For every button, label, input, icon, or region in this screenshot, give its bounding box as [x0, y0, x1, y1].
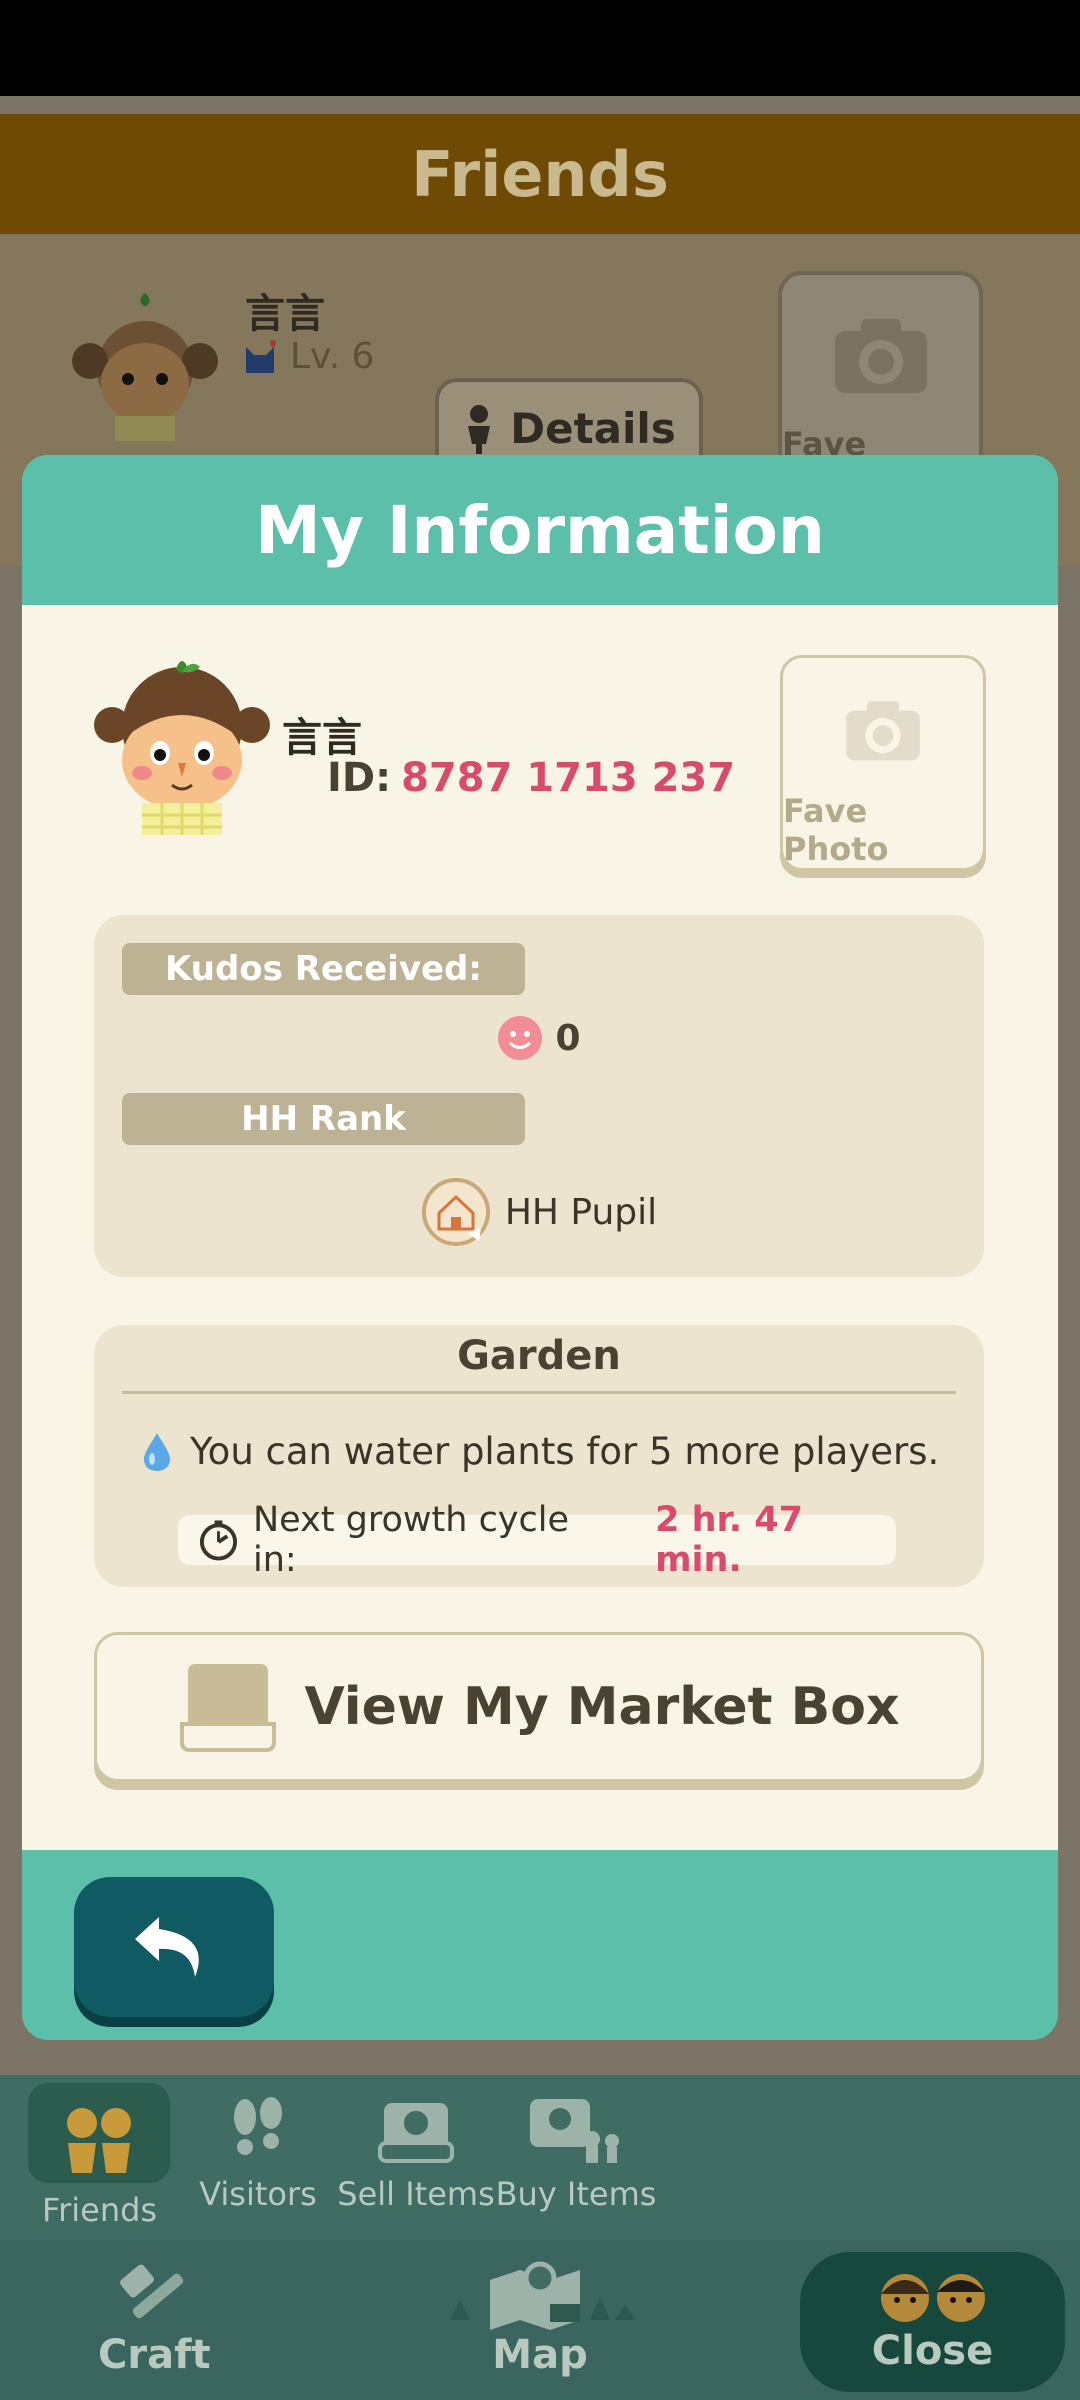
house-rank-icon — [421, 1178, 490, 1246]
craft-label: Craft — [98, 2332, 211, 2378]
stats-panel: Kudos Received: 0 HH Rank HH Pupil — [94, 915, 984, 1277]
kudos-row: 0 — [94, 1015, 984, 1061]
user-id-value: 8787 1713 237 — [401, 755, 736, 801]
fave-photo-button[interactable]: Fave Photo — [780, 655, 986, 871]
close-label: Close — [871, 2328, 994, 2374]
market-button-label: View My Market Box — [304, 1677, 900, 1737]
map-button[interactable]: Map — [440, 2260, 640, 2378]
footprints-icon — [234, 2097, 282, 2155]
dialog-title-bar: My Information — [22, 455, 1058, 605]
friend-level: Lv. 6 — [240, 336, 374, 377]
friend-avatar — [72, 293, 218, 441]
buy-box-icon — [530, 2099, 619, 2163]
garden-title: Garden — [457, 1333, 621, 1379]
growth-label: Next growth cycle in: — [253, 1500, 570, 1580]
camera-icon — [846, 701, 920, 761]
dialog-body: 言言 ID: 8787 1713 237 Fave Photo Kudos Rec… — [22, 605, 1058, 1850]
bottom-action-bar: Craft Map Close — [0, 2240, 1080, 2400]
friends-header: Friends — [0, 114, 1080, 234]
camera-icon — [834, 319, 927, 393]
friend-level-text: Lv. 6 — [290, 336, 375, 377]
kudos-value: 0 — [555, 1017, 581, 1059]
tab-buy-items-label: Buy Items — [495, 2175, 657, 2213]
user-avatar — [94, 661, 270, 835]
growth-value: 2 hr. 47 min. — [655, 1500, 803, 1580]
craft-button[interactable]: Craft — [98, 2260, 211, 2378]
details-label: Details — [510, 404, 676, 453]
status-bar — [0, 0, 1080, 96]
rank-value: HH Pupil — [504, 1191, 658, 1233]
user-id-line: ID: 8787 1713 237 — [327, 755, 735, 801]
water-drop-icon — [144, 1432, 170, 1471]
map-label: Map — [492, 2332, 588, 2378]
back-button[interactable] — [74, 1877, 274, 2017]
cat-icon — [246, 339, 276, 373]
back-arrow-icon — [135, 1917, 199, 1977]
kudos-label: Kudos Received: — [122, 943, 525, 995]
sell-box-icon — [378, 2103, 454, 2163]
market-box-icon — [180, 1664, 277, 1752]
water-row: You can water plants for 5 more players. — [142, 1430, 939, 1473]
tab-sell-items-label: Sell Items — [337, 2175, 495, 2213]
map-icon — [450, 2261, 635, 2330]
garden-divider — [122, 1391, 956, 1394]
bottom-tab-bar: Friends Visitors Sell Items Buy Items — [0, 2075, 1080, 2240]
person-icon — [468, 405, 491, 454]
tab-visitors-label: Visitors — [199, 2175, 317, 2213]
user-id-label: ID: — [327, 755, 392, 801]
growth-cycle-row: Next growth cycle in: 2 hr. 47 min. — [178, 1500, 896, 1580]
fave-photo-label: Fave Photo — [783, 792, 889, 868]
tab-friends[interactable] — [28, 2083, 170, 2183]
friend-name: 言言 — [245, 291, 325, 337]
garden-panel: Garden You can water plants for 5 more p… — [94, 1325, 984, 1587]
smile-icon — [498, 1016, 543, 1060]
tab-buy-items[interactable]: Buy Items — [496, 2075, 656, 2240]
villagers-icon — [880, 2274, 985, 2322]
friends-icon — [67, 2108, 131, 2173]
rank-row: HH Pupil — [94, 1177, 984, 1247]
friends-header-title: Friends — [411, 137, 669, 211]
tab-visitors[interactable]: Visitors — [178, 2075, 338, 2240]
hammer-icon — [120, 2264, 184, 2319]
timer-icon — [199, 1520, 238, 1561]
view-market-box-button[interactable]: View My Market Box — [94, 1632, 984, 1782]
tab-sell-items[interactable]: Sell Items — [336, 2075, 496, 2240]
dialog-title: My Information — [255, 491, 825, 569]
tab-friends-label: Friends — [42, 2191, 158, 2229]
rank-label: HH Rank — [122, 1093, 525, 1145]
my-information-dialog: My Information 言言 ID: 8787 1713 237 Fave… — [22, 455, 1058, 2040]
water-text: You can water plants for 5 more players. — [190, 1430, 940, 1473]
close-button[interactable]: Close — [800, 2252, 1065, 2392]
